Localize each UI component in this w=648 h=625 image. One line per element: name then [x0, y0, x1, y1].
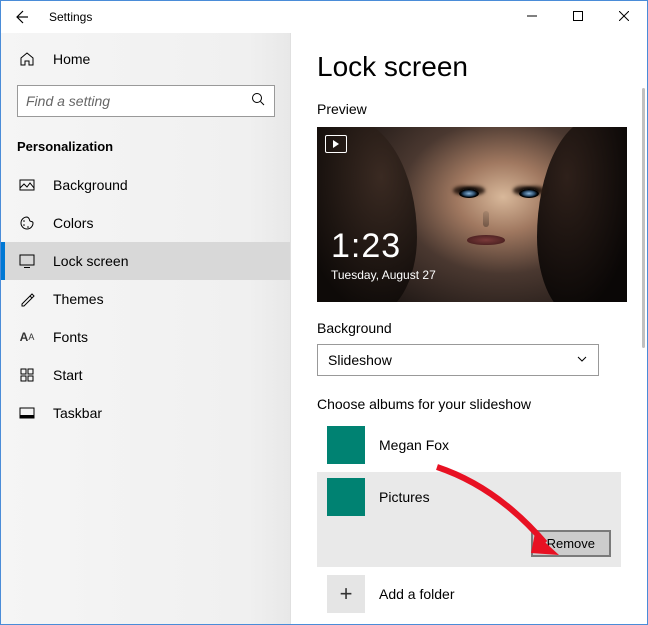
preview-date: Tuesday, August 27 — [331, 268, 436, 282]
slideshow-icon — [325, 135, 347, 153]
sidebar-item-background[interactable]: Background — [1, 166, 291, 204]
lock-screen-icon — [17, 253, 37, 269]
plus-icon: + — [327, 575, 365, 613]
nav-label: Taskbar — [53, 405, 102, 421]
search-box[interactable] — [17, 85, 275, 117]
add-folder-label: Add a folder — [379, 586, 455, 602]
nav-label: Start — [53, 367, 83, 383]
sidebar-item-start[interactable]: Start — [1, 356, 291, 394]
window-controls — [509, 1, 647, 31]
sidebar-item-taskbar[interactable]: Taskbar — [1, 394, 291, 432]
nav-label: Fonts — [53, 329, 88, 345]
nav-label: Lock screen — [53, 253, 128, 269]
album-name: Pictures — [379, 489, 430, 505]
search-input[interactable] — [26, 93, 250, 109]
nav-label: Themes — [53, 291, 104, 307]
home-icon — [17, 51, 37, 67]
palette-icon — [17, 215, 37, 231]
lock-screen-preview: 1:23 Tuesday, August 27 — [317, 127, 627, 302]
preview-time: 1:23 — [331, 227, 436, 266]
home-nav[interactable]: Home — [1, 43, 291, 75]
window-title: Settings — [49, 10, 92, 24]
scrollbar[interactable] — [642, 88, 645, 348]
maximize-button[interactable] — [555, 1, 601, 31]
picture-icon — [17, 177, 37, 193]
album-item-selected[interactable]: Pictures Remove — [317, 472, 621, 567]
preview-clock: 1:23 Tuesday, August 27 — [331, 227, 436, 282]
dropdown-value: Slideshow — [328, 352, 392, 368]
background-dropdown[interactable]: Slideshow — [317, 344, 599, 376]
back-button[interactable] — [13, 9, 29, 25]
search-icon — [250, 91, 266, 112]
album-thumbnail — [327, 478, 365, 516]
settings-window: Settings Home Personalization — [0, 0, 648, 625]
sidebar-item-themes[interactable]: Themes — [1, 280, 291, 318]
close-icon — [619, 11, 629, 21]
arrow-left-icon — [13, 9, 29, 25]
minimize-icon — [527, 11, 537, 21]
sidebar-item-colors[interactable]: Colors — [1, 204, 291, 242]
titlebar: Settings — [1, 1, 647, 33]
nav-label: Colors — [53, 215, 93, 231]
start-icon — [17, 367, 37, 383]
minimize-button[interactable] — [509, 1, 555, 31]
nav-label: Background — [53, 177, 128, 193]
preview-label: Preview — [317, 101, 621, 117]
remove-button[interactable]: Remove — [531, 530, 611, 557]
taskbar-icon — [17, 405, 37, 421]
album-name: Megan Fox — [379, 437, 449, 453]
home-label: Home — [53, 51, 90, 67]
themes-icon — [17, 291, 37, 307]
album-thumbnail — [327, 426, 365, 464]
chevron-down-icon — [576, 352, 588, 368]
content-pane: Lock screen Preview 1:23 Tuesday, August… — [291, 33, 647, 624]
category-header: Personalization — [1, 133, 291, 166]
sidebar-item-lock-screen[interactable]: Lock screen — [1, 242, 291, 280]
page-heading: Lock screen — [317, 51, 621, 83]
fonts-icon: AA — [17, 330, 37, 344]
sidebar-item-fonts[interactable]: AA Fonts — [1, 318, 291, 356]
albums-label: Choose albums for your slideshow — [317, 396, 621, 412]
maximize-icon — [573, 11, 583, 21]
add-folder-button[interactable]: + Add a folder — [317, 569, 621, 619]
sidebar: Home Personalization Background Colors L… — [1, 33, 291, 624]
close-button[interactable] — [601, 1, 647, 31]
background-label: Background — [317, 320, 621, 336]
album-item[interactable]: Megan Fox — [317, 420, 621, 470]
